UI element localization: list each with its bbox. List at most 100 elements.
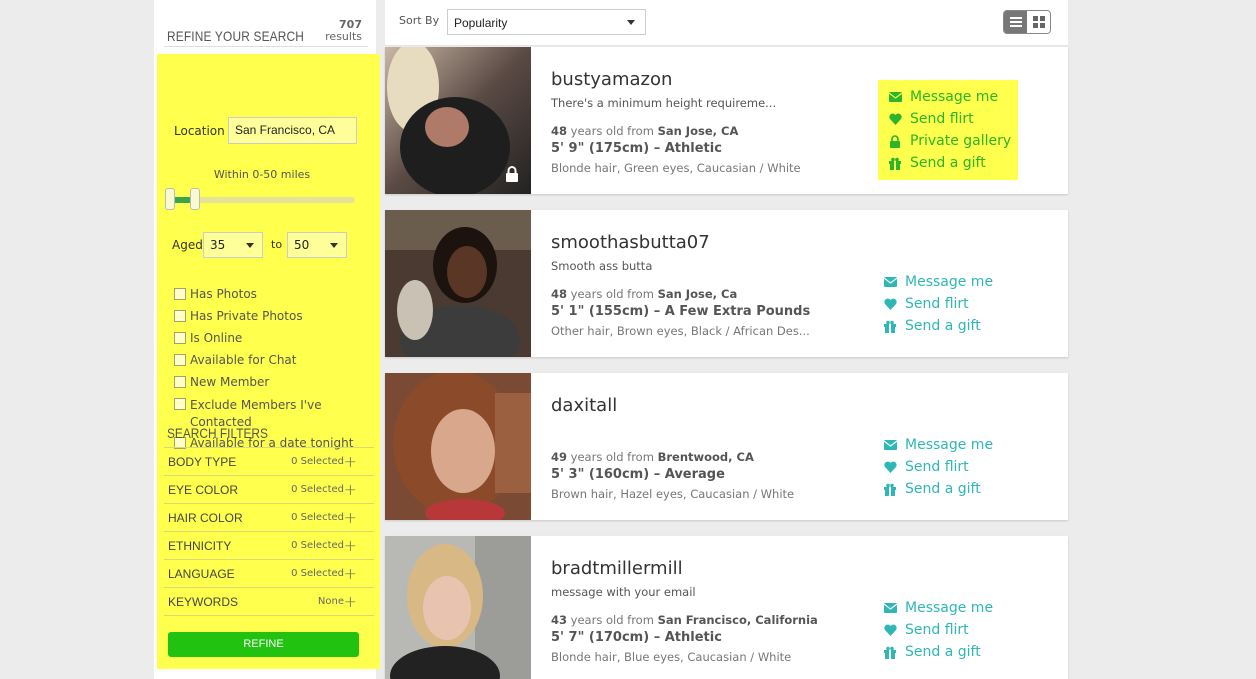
checkbox-box[interactable] [174,398,186,410]
list-view-button[interactable] [1004,11,1027,33]
message-me-link[interactable]: Message me [883,597,1018,619]
profile-username[interactable]: bustyamazon [551,69,672,90]
checkbox-has-photos[interactable]: Has Photos [174,287,257,301]
profile-card[interactable]: daxitall 49 years old from Brentwood, CA… [385,373,1068,520]
checkbox-is-online[interactable]: Is Online [174,331,242,345]
message-me-link[interactable]: Message me [883,271,1018,293]
refine-sidebar: REFINE YOUR SEARCH 707 results Location … [154,0,380,679]
filter-value: 0 Selected [291,484,344,495]
filter-name: KEYWORDS [168,595,239,609]
send-gift-link[interactable]: Send a gift [883,641,1018,663]
profile-photo[interactable] [385,373,531,520]
checkbox-label: New Member [190,375,270,389]
profile-age-suffix: years old from [567,287,658,301]
location-input[interactable]: San Francisco, CA [228,117,357,144]
filter-value: 0 Selected [291,568,344,579]
plus-icon[interactable]: + [344,452,357,471]
refine-title: REFINE YOUR SEARCH [167,28,305,44]
filter-language[interactable]: LANGUAGE 0 Selected + [164,559,374,587]
lock-icon [888,134,902,148]
profile-age: 49 [551,450,568,464]
plus-icon[interactable]: + [344,536,357,555]
chevron-down-icon [246,243,254,248]
send-flirt-link[interactable]: Send flirt [883,293,1018,315]
send-gift-link[interactable]: Send a gift [883,478,1018,500]
results-toolbar: Sort By Popularity [385,0,1068,46]
profile-age-location: 49 years old from Brentwood, CA [551,450,754,464]
action-label: Message me [905,600,994,616]
plus-icon[interactable]: + [344,480,357,499]
action-label: Send a gift [905,318,981,334]
checkbox-box[interactable] [174,332,186,344]
checkbox-has-private-photos[interactable]: Has Private Photos [174,309,303,323]
distance-slider-max-handle[interactable] [190,188,200,210]
age-max-select[interactable]: 50 [287,232,347,258]
action-label: Send flirt [905,459,969,475]
profile-card[interactable]: bustyamazon There's a minimum height req… [385,47,1068,194]
checkbox-box[interactable] [174,288,186,300]
view-toggle [1003,10,1051,34]
profile-photo-image [385,373,531,520]
send-gift-link[interactable]: Send a gift [883,315,1018,337]
profile-card[interactable]: smoothasbutta07 Smooth ass butta 48 year… [385,210,1068,357]
plus-icon[interactable]: + [344,508,357,527]
profile-age-suffix: years old from [567,613,658,627]
distance-label: Within 0-50 miles [213,168,311,181]
profile-username[interactable]: daxitall [551,395,617,416]
filter-name: LANGUAGE [168,567,235,581]
profile-photo[interactable] [385,210,531,357]
filter-hair-color[interactable]: HAIR COLOR 0 Selected + [164,503,374,531]
action-label: Message me [905,274,994,290]
send-flirt-link[interactable]: Send flirt [888,108,1018,130]
private-lock-icon [505,166,519,186]
filter-name: ETHNICITY [168,539,232,553]
profile-location: San Francisco, California [657,613,818,627]
profile-tagline: There's a minimum height requireme... [551,96,777,110]
location-label: Location [174,124,225,138]
send-flirt-link[interactable]: Send flirt [883,619,1018,641]
private-gallery-link[interactable]: Private gallery [888,130,1018,152]
profile-photo[interactable] [385,536,531,679]
checkbox-available-for-chat[interactable]: Available for Chat [174,353,297,367]
filter-ethnicity[interactable]: ETHNICITY 0 Selected + [164,531,374,559]
checkbox-box[interactable] [174,376,186,388]
send-gift-link[interactable]: Send a gift [888,152,1018,174]
grid-view-button[interactable] [1027,11,1050,33]
message-me-link[interactable]: Message me [883,434,1018,456]
profile-card[interactable]: bradtmillermill message with your email … [385,536,1068,679]
sort-select[interactable]: Popularity [447,9,646,35]
to-label: to [271,238,283,251]
action-label: Send flirt [905,622,969,638]
profile-photo[interactable] [385,47,531,194]
action-label: Send a gift [910,155,986,171]
send-flirt-link[interactable]: Send flirt [883,456,1018,478]
action-label: Send a gift [905,481,981,497]
checkbox-box[interactable] [174,354,186,366]
filter-eye-color[interactable]: EYE COLOR 0 Selected + [164,475,374,503]
filter-keywords[interactable]: KEYWORDS None + [164,587,374,616]
profile-username[interactable]: smoothasbutta07 [551,232,710,253]
profile-age-suffix: years old from [567,124,658,138]
profile-height-build: 5' 1" (155cm) – A Few Extra Pounds [551,304,811,319]
filter-value: None [317,596,344,607]
checkbox-new-member[interactable]: New Member [174,375,269,389]
profile-username[interactable]: bradtmillermill [551,558,683,579]
plus-icon[interactable]: + [344,592,357,611]
profile-age: 48 [551,124,568,138]
profile-age-location: 48 years old from San Jose, Ca [551,287,737,301]
distance-slider-min-handle[interactable] [165,188,175,210]
profile-height-build: 5' 7" (170cm) – Athletic [551,630,722,645]
refine-button[interactable]: REFINE [168,632,359,657]
checkbox-box[interactable] [174,310,186,322]
profile-age-suffix: years old from [567,450,658,464]
age-min-select[interactable]: 35 [203,232,263,258]
checkbox-label: Available for Chat [190,353,297,367]
divider [164,46,368,47]
filter-body-type[interactable]: BODY TYPE 0 Selected + [164,447,374,475]
profile-photo-image [385,210,531,357]
envelope-icon [883,275,897,289]
plus-icon[interactable]: + [344,564,357,583]
checkbox-label: Has Private Photos [190,309,303,323]
filter-value: 0 Selected [291,512,344,523]
message-me-link[interactable]: Message me [888,86,1018,108]
